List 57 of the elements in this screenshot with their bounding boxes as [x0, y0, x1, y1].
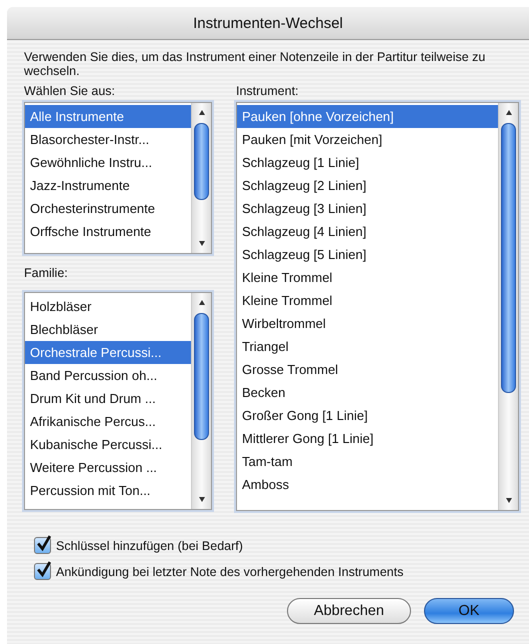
- list-item[interactable]: Band Percussion oh...: [25, 364, 191, 387]
- section-label: Familie:: [24, 266, 69, 282]
- section-label: Instrument:: [236, 84, 300, 100]
- list-item[interactable]: Orchesterinstrumente: [25, 197, 191, 220]
- scroll-up-icon[interactable]: [196, 108, 206, 118]
- list-item[interactable]: Orffsche Instrumente: [25, 220, 191, 243]
- scroll-down-icon[interactable]: [196, 238, 206, 248]
- list-item[interactable]: Gewöhnliche Instru...: [25, 151, 191, 174]
- list-item[interactable]: Blechbläser: [25, 318, 191, 341]
- scroll-down-icon[interactable]: [504, 495, 514, 505]
- checkbox-label[interactable]: Ankündigung bei letzter Note des vorhergehenden Instruments: [56, 564, 404, 578]
- list-item[interactable]: Holzbläser: [25, 295, 191, 318]
- cancel-button[interactable]: Abbrechen: [287, 598, 411, 624]
- list-item[interactable]: Amboss: [237, 473, 498, 496]
- list-item[interactable]: Kubanische Percussi...: [25, 433, 191, 456]
- list-item[interactable]: Schlagzeug [4 Linien]: [237, 220, 498, 243]
- list-item[interactable]: Pauken [ohne Vorzeichen]: [237, 105, 498, 128]
- list-item[interactable]: Tam-tam: [237, 450, 498, 473]
- scrollbar[interactable]: [191, 103, 211, 253]
- scroll-up-icon[interactable]: [196, 298, 206, 308]
- ok-button[interactable]: OK: [424, 598, 514, 624]
- list-item[interactable]: Pauken [mit Vorzeichen]: [237, 128, 498, 151]
- description-text: Verwenden Sie dies, um das Instrument einer Notenzeile in der Partitur teilweise zu wechseln.: [24, 50, 486, 78]
- scroll-thumb[interactable]: [194, 313, 209, 440]
- checkbox[interactable]: [34, 563, 51, 580]
- list-item[interactable]: Weitere Percussion ...: [25, 456, 191, 479]
- list-item[interactable]: Schlagzeug [1 Linie]: [237, 151, 498, 174]
- checkmark-icon: [35, 534, 52, 553]
- scroll-thumb[interactable]: [194, 123, 209, 200]
- list-item[interactable]: Schlagzeug [5 Linien]: [237, 243, 498, 266]
- scroll-down-icon[interactable]: [196, 494, 206, 504]
- checkbox-label[interactable]: Schlüssel hinzufügen (bei Bedarf): [56, 538, 243, 552]
- list-item[interactable]: Kleine Trommel: [237, 289, 498, 312]
- list-item[interactable]: Drum Kit und Drum ...: [25, 387, 191, 410]
- checkbox[interactable]: [34, 537, 51, 554]
- list-item[interactable]: Schlagzeug [3 Linien]: [237, 197, 498, 220]
- checkmark-icon: [35, 560, 52, 579]
- list-item[interactable]: Becken: [237, 381, 498, 404]
- list-item[interactable]: Orchestrale Percussi...: [25, 341, 191, 364]
- scroll-up-icon[interactable]: [504, 108, 514, 118]
- scrollbar[interactable]: [498, 103, 518, 510]
- list-item[interactable]: Alle Instrumente: [25, 105, 191, 128]
- list-item[interactable]: Großer Gong [1 Linie]: [237, 404, 498, 427]
- list-item[interactable]: Wirbeltrommel: [237, 312, 498, 335]
- list-item[interactable]: Grosse Trommel: [237, 358, 498, 381]
- list-item[interactable]: Percussion mit Ton...: [25, 479, 191, 502]
- window-title: Instrumenten-Wechsel: [193, 14, 343, 32]
- scroll-thumb[interactable]: [501, 123, 516, 393]
- section-label: Wählen Sie aus:: [24, 84, 116, 100]
- list-item[interactable]: Mittlerer Gong [1 Linie]: [237, 427, 498, 450]
- list-item[interactable]: Kleine Trommel: [237, 266, 498, 289]
- list-item[interactable]: Jazz-Instrumente: [25, 174, 191, 197]
- list-item[interactable]: Blasorchester-Instr...: [25, 128, 191, 151]
- list-item[interactable]: Triangel: [237, 335, 498, 358]
- list-item[interactable]: Afrikanische Percus...: [25, 410, 191, 433]
- list-item[interactable]: Schlagzeug [2 Linien]: [237, 174, 498, 197]
- scrollbar[interactable]: [191, 293, 211, 509]
